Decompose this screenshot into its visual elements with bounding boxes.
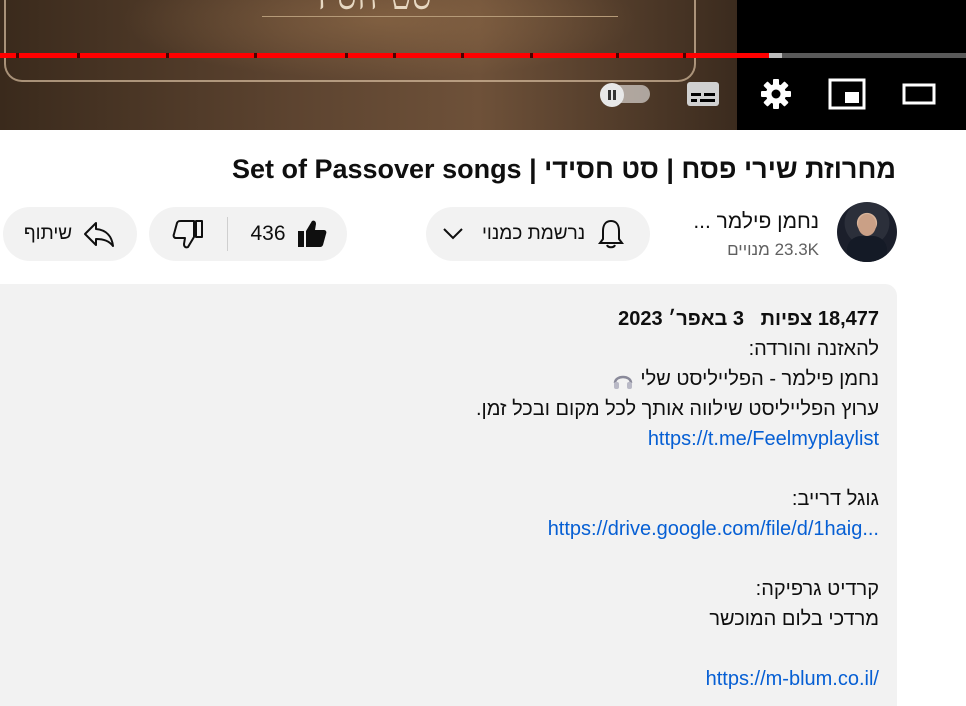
- video-player[interactable]: סט חסידי: [0, 0, 966, 130]
- view-count: 18,477 צפיות: [760, 308, 879, 330]
- autoplay-track: [600, 83, 650, 107]
- channel-name[interactable]: נחמן פילמר ...: [693, 210, 819, 234]
- subtitles-icon: [687, 82, 719, 106]
- link-text[interactable]: https://t.me/Feelmyplaylist: [648, 428, 879, 450]
- progress-played: [0, 53, 769, 58]
- description-link[interactable]: https://t.me/Feelmyplaylist: [79, 424, 879, 454]
- description-link[interactable]: https://m-blum.co.il/: [79, 664, 879, 694]
- chapter-marker: [16, 53, 19, 58]
- description-body: 18,477 צפיות 3 באפר׳ 2023 להאזנה והורדה:…: [79, 304, 879, 694]
- chapter-marker: [254, 53, 257, 58]
- like-divider: [227, 217, 228, 251]
- theater-mode-button[interactable]: [898, 74, 940, 114]
- thumbs-down-icon: [172, 220, 203, 249]
- progress-bar[interactable]: [0, 53, 966, 58]
- chapter-marker: [345, 53, 348, 58]
- overlay-underline: [262, 16, 618, 17]
- avatar-body: [847, 236, 887, 262]
- miniplayer-button[interactable]: [826, 74, 868, 114]
- description-lines: להאזנה והורדה: נחמן פילמר - הפלייליסט שלי…: [79, 334, 879, 694]
- thumbs-up-icon: [297, 220, 326, 247]
- gear-icon: [761, 79, 791, 109]
- line-text: קרדיט גרפיקה:: [755, 578, 879, 600]
- view-date-line: 18,477 צפיות 3 באפר׳ 2023: [79, 304, 879, 334]
- description-link[interactable]: https://drive.google.com/file/d/1haig...: [79, 514, 879, 544]
- share-label: שיתוף: [23, 223, 73, 244]
- chapter-marker: [393, 53, 396, 58]
- chapter-marker: [683, 53, 686, 58]
- share-button[interactable]: שיתוף: [3, 207, 137, 261]
- link-text[interactable]: https://drive.google.com/file/d/1haig...: [548, 518, 879, 540]
- description-line: ערוץ הפלייליסט שילווה אותך לכל מקום ובכל…: [79, 394, 879, 424]
- description-line: קרדיט גרפיקה:: [79, 574, 879, 604]
- description-line: נחמן פילמר - הפלייליסט שלי: [79, 364, 879, 394]
- description-panel[interactable]: 18,477 צפיות 3 באפר׳ 2023 להאזנה והורדה:…: [0, 284, 897, 706]
- chapter-marker: [461, 53, 464, 58]
- chapter-marker: [77, 53, 80, 58]
- like-button[interactable]: 436: [229, 207, 347, 261]
- description-line: להאזנה והורדה:: [79, 334, 879, 364]
- link-text[interactable]: https://m-blum.co.il/: [706, 668, 879, 690]
- line-text: גוגל דרייב:: [791, 488, 879, 510]
- settings-button[interactable]: [755, 74, 797, 114]
- line-text: להאזנה והורדה:: [748, 338, 879, 360]
- subscribed-button[interactable]: נרשמת כמנוי: [426, 207, 650, 261]
- miniplayer-icon: [828, 78, 866, 110]
- upload-date: 3 באפר׳ 2023: [618, 308, 744, 330]
- subscribed-label: נרשמת כמנוי: [482, 223, 586, 244]
- headphones-icon: [614, 375, 633, 389]
- line-text: נחמן פילמר - הפלייליסט שלי: [640, 368, 879, 390]
- chapter-marker: [530, 53, 533, 58]
- like-count: 436: [250, 222, 286, 245]
- bell-icon: [598, 219, 625, 249]
- subtitles-button[interactable]: [682, 74, 724, 114]
- theater-mode-icon: [902, 83, 936, 105]
- subscriber-count: 23.3K מנויים: [727, 240, 819, 259]
- channel-avatar[interactable]: [837, 202, 897, 262]
- like-dislike-group: 436: [149, 207, 347, 261]
- line-text: ערוץ הפלייליסט שילווה אותך לכל מקום ובכל…: [475, 398, 879, 420]
- chevron-down-icon: [443, 228, 463, 240]
- autoplay-toggle[interactable]: [598, 74, 652, 114]
- chapter-marker: [616, 53, 619, 58]
- chapter-marker: [166, 53, 169, 58]
- video-title: מחרוזת שירי פסח | סט חסידי | Set of Pass…: [231, 154, 896, 184]
- description-line: מרדכי בלום המוכשר: [79, 604, 879, 634]
- share-icon: [84, 222, 115, 247]
- dislike-button[interactable]: [149, 207, 227, 261]
- avatar-face: [858, 214, 876, 236]
- description-line: גוגל דרייב:: [79, 484, 879, 514]
- line-text: מרדכי בלום המוכשר: [709, 608, 879, 630]
- pause-icon: [600, 83, 624, 107]
